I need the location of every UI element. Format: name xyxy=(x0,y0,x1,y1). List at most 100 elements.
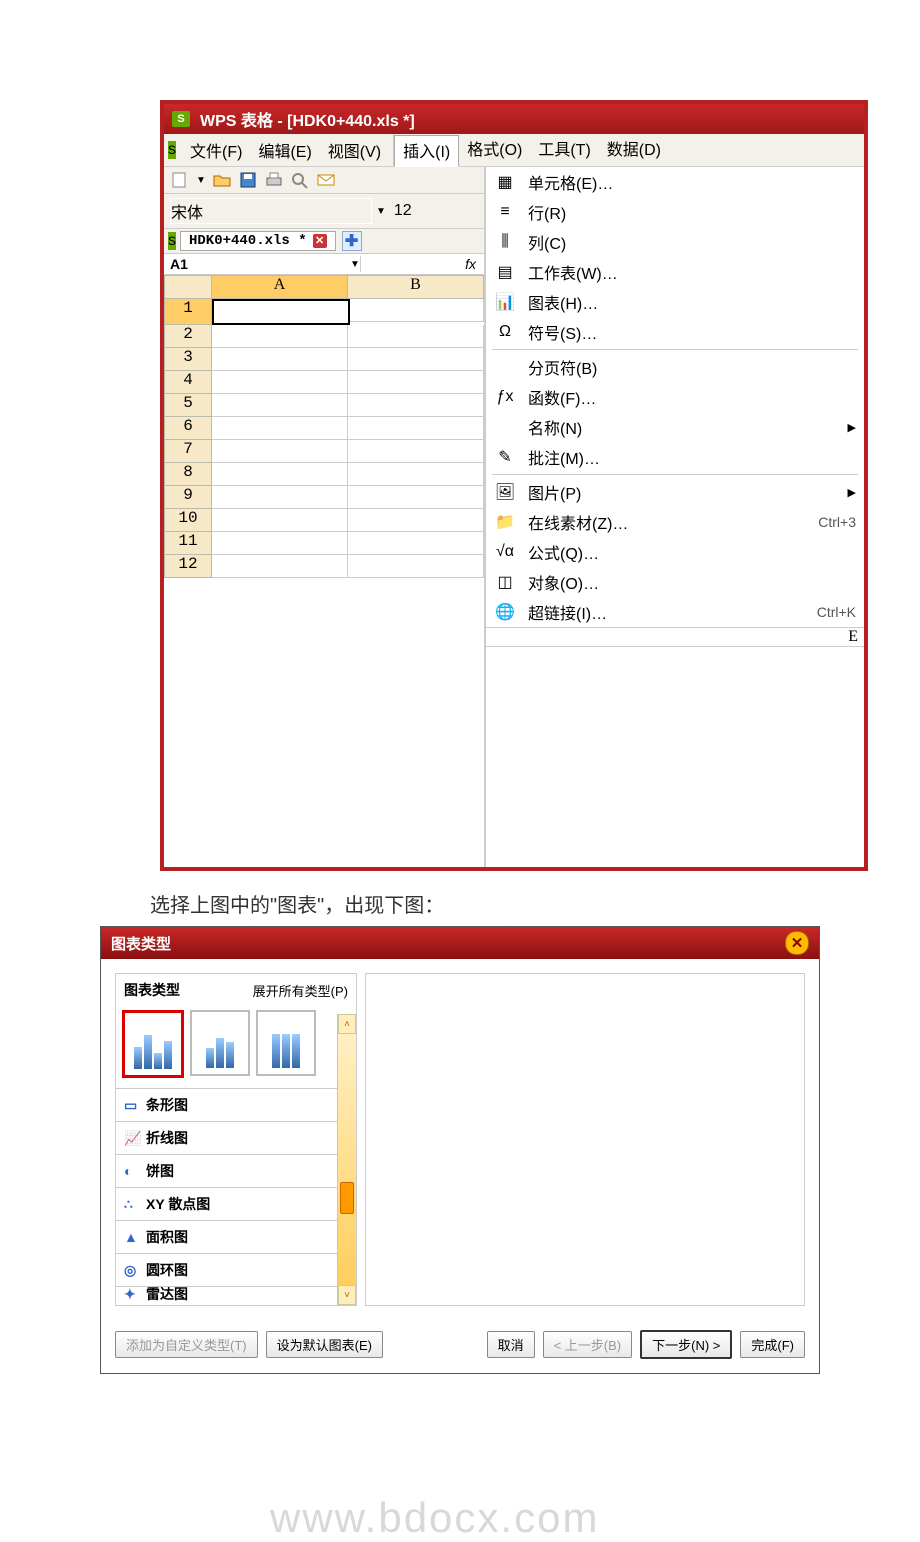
back-button[interactable]: < 上一步(B) xyxy=(543,1331,633,1358)
close-tab-icon[interactable]: ✕ xyxy=(313,234,327,248)
select-all-corner[interactable] xyxy=(164,275,212,299)
dropdown-arrow-icon[interactable]: ▼ xyxy=(350,259,360,270)
chart-category[interactable]: ∴XY 散点图▼ xyxy=(116,1187,356,1220)
menu-edit[interactable]: 编辑(E) xyxy=(250,136,319,164)
font-size-select[interactable]: 12 xyxy=(394,202,412,220)
cell[interactable] xyxy=(212,509,348,532)
cell[interactable] xyxy=(348,348,484,371)
save-icon[interactable] xyxy=(238,171,258,189)
cell[interactable] xyxy=(348,532,484,555)
cell[interactable] xyxy=(212,348,348,371)
cell[interactable] xyxy=(212,463,348,486)
menu-item[interactable]: ƒx函数(F)… xyxy=(486,382,864,412)
menu-format[interactable]: 格式(O) xyxy=(459,134,530,166)
cell[interactable] xyxy=(212,325,348,348)
finish-button[interactable]: 完成(F) xyxy=(740,1331,805,1358)
cell[interactable] xyxy=(212,440,348,463)
row-header[interactable]: 1 xyxy=(164,299,212,325)
cell[interactable] xyxy=(212,299,350,325)
menu-item[interactable]: 名称(N)▶ xyxy=(486,412,864,442)
cell[interactable] xyxy=(348,440,484,463)
cell[interactable] xyxy=(348,325,484,348)
scrollbar[interactable]: ˄ ˅ xyxy=(337,1014,356,1305)
row-header[interactable]: 12 xyxy=(164,555,212,578)
menu-tools[interactable]: 工具(T) xyxy=(530,134,598,166)
print-icon[interactable] xyxy=(264,171,284,189)
row-header[interactable]: 2 xyxy=(164,325,212,348)
mail-icon[interactable] xyxy=(316,171,336,189)
menu-data[interactable]: 数据(D) xyxy=(599,134,669,166)
add-custom-button[interactable]: 添加为自定义类型(T) xyxy=(115,1331,258,1358)
new-icon[interactable] xyxy=(170,171,190,189)
set-default-button[interactable]: 设为默认图表(E) xyxy=(266,1331,383,1358)
spreadsheet-grid[interactable]: A B 123456789101112 xyxy=(164,275,484,578)
expand-all-link[interactable]: 展开所有类型(P) xyxy=(253,981,348,1000)
menu-item[interactable]: √α公式(Q)… xyxy=(486,537,864,567)
cell[interactable] xyxy=(212,417,348,440)
cancel-button[interactable]: 取消 xyxy=(487,1331,535,1358)
menu-item[interactable]: Ω符号(S)… xyxy=(486,317,864,347)
cell[interactable] xyxy=(212,371,348,394)
menu-item[interactable]: ◫对象(O)… xyxy=(486,567,864,597)
fx-area[interactable]: fx xyxy=(360,256,484,272)
cell[interactable] xyxy=(212,555,348,578)
cell[interactable] xyxy=(348,555,484,578)
menu-item[interactable]: ▦单元格(E)… xyxy=(486,167,864,197)
cell[interactable] xyxy=(348,486,484,509)
row-header[interactable]: 9 xyxy=(164,486,212,509)
scroll-up-icon[interactable]: ˄ xyxy=(338,1014,356,1034)
row-header[interactable]: 10 xyxy=(164,509,212,532)
cell[interactable] xyxy=(350,299,485,322)
new-tab-button[interactable]: ✚ xyxy=(342,231,362,251)
dropdown-arrow-icon[interactable]: ▼ xyxy=(376,206,386,217)
cell[interactable] xyxy=(348,394,484,417)
scroll-down-icon[interactable]: ˅ xyxy=(338,1285,356,1305)
cell[interactable] xyxy=(348,463,484,486)
name-box[interactable]: A1 xyxy=(164,254,346,274)
menu-item[interactable]: 分页符(B) xyxy=(486,352,864,382)
cell[interactable] xyxy=(212,532,348,555)
chart-category[interactable]: ◎圆环图▼ xyxy=(116,1253,356,1286)
cell[interactable] xyxy=(212,486,348,509)
chart-category[interactable]: 📈折线图▼ xyxy=(116,1121,356,1154)
row-header[interactable]: 6 xyxy=(164,417,212,440)
cell[interactable] xyxy=(348,509,484,532)
row-header[interactable]: 5 xyxy=(164,394,212,417)
column-header-far[interactable]: E xyxy=(486,627,864,646)
column-header[interactable]: B xyxy=(348,275,484,299)
menu-file[interactable]: 文件(F) xyxy=(182,136,250,164)
chart-category[interactable]: ✦雷达图▼ xyxy=(116,1286,356,1305)
next-button[interactable]: 下一步(N) > xyxy=(640,1330,732,1359)
menu-item[interactable]: ⫼列(C) xyxy=(486,227,864,257)
open-icon[interactable] xyxy=(212,171,232,189)
row-header[interactable]: 7 xyxy=(164,440,212,463)
scroll-thumb[interactable] xyxy=(340,1182,354,1214)
cell[interactable] xyxy=(212,394,348,417)
close-icon[interactable]: ✕ xyxy=(785,931,809,955)
row-header[interactable]: 8 xyxy=(164,463,212,486)
row-header[interactable]: 11 xyxy=(164,532,212,555)
menu-item[interactable]: 📊图表(H)… xyxy=(486,287,864,317)
cell[interactable] xyxy=(348,371,484,394)
menu-item[interactable]: ≡行(R) xyxy=(486,197,864,227)
chart-thumb-clustered[interactable] xyxy=(122,1010,184,1078)
menu-insert[interactable]: 插入(I) xyxy=(394,135,459,167)
chart-category[interactable]: ▲面积图▼ xyxy=(116,1220,356,1253)
menu-item[interactable]: ▤工作表(W)… xyxy=(486,257,864,287)
menu-item[interactable]: 📁在线素材(Z)…Ctrl+3 xyxy=(486,507,864,537)
menu-view[interactable]: 视图(V) xyxy=(320,136,389,164)
row-header[interactable]: 3 xyxy=(164,348,212,371)
column-header[interactable]: A xyxy=(212,275,348,299)
dropdown-arrow-icon[interactable]: ▼ xyxy=(196,175,206,186)
chart-category[interactable]: ▭条形图▼ xyxy=(116,1088,356,1121)
menu-item[interactable]: 🖼图片(P)▶ xyxy=(486,477,864,507)
menu-item[interactable]: ✎批注(M)… xyxy=(486,442,864,472)
preview-icon[interactable] xyxy=(290,171,310,189)
font-name-select[interactable]: 宋体 xyxy=(170,198,372,224)
tab-document[interactable]: HDK0+440.xls * ✕ xyxy=(180,231,336,251)
chart-thumb-percent[interactable] xyxy=(256,1010,316,1076)
row-header[interactable]: 4 xyxy=(164,371,212,394)
menu-item[interactable]: 🌐超链接(I)…Ctrl+K xyxy=(486,597,864,627)
chart-category[interactable]: ◐饼图▼ xyxy=(116,1154,356,1187)
cell[interactable] xyxy=(348,417,484,440)
